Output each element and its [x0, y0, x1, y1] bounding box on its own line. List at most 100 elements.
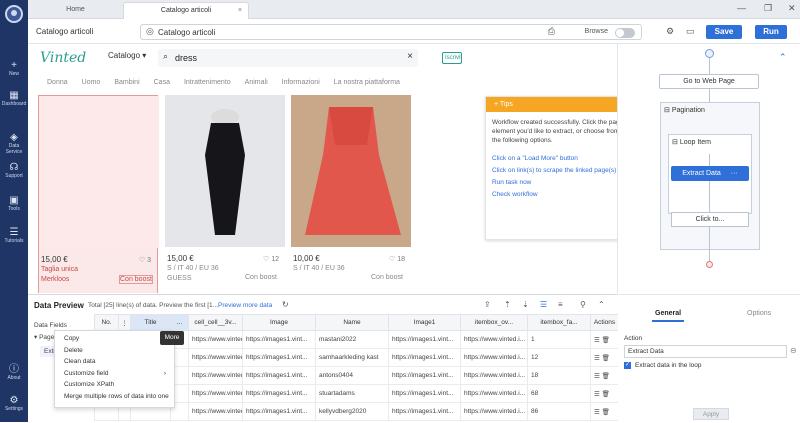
browse-toggle[interactable] — [615, 28, 635, 38]
apply-button[interactable]: Apply — [693, 408, 729, 420]
user-avatar-icon[interactable] — [5, 5, 23, 23]
close-tab-icon[interactable]: × — [238, 3, 242, 18]
tab-catalogo-articoli[interactable]: Catalogo articoli × — [123, 2, 249, 19]
menu-item-copy[interactable]: Copy — [55, 333, 174, 345]
nav-intrattenimento[interactable]: Intrattenimento — [184, 79, 231, 86]
upload-icon[interactable]: ⇡ — [504, 300, 511, 309]
clear-icon[interactable]: × — [407, 51, 413, 62]
trash-icon[interactable]: 🗑 — [602, 373, 610, 380]
url-text[interactable]: Catalogo articoli — [158, 28, 215, 37]
tab-home[interactable]: Home — [28, 2, 123, 19]
vinted-logo[interactable]: Vinted — [40, 50, 86, 66]
collapse-up-icon[interactable]: ⌃ — [779, 52, 787, 63]
favorite-icon[interactable]: ♡ 12 — [263, 255, 279, 263]
row-menu-icon[interactable]: ☰ — [594, 337, 600, 344]
tab-general[interactable]: General — [652, 310, 685, 322]
sidebar-tutorials[interactable]: ☰ Tutorials — [0, 227, 28, 244]
col-itembox-fa[interactable]: itembox_fa... — [527, 314, 591, 331]
trash-icon[interactable]: 🗑 — [602, 355, 610, 362]
refresh-icon[interactable]: ↻ — [282, 300, 289, 309]
extract-data-step[interactable]: Extract Data ··· — [671, 166, 749, 181]
more-dots-icon[interactable]: ··· — [731, 170, 738, 177]
tree-item-page[interactable]: ▾ Page — [34, 333, 54, 341]
tip-load-more-link[interactable]: Click on a "Load More" button — [492, 154, 617, 163]
col-cell[interactable]: cell_cell__3v... — [188, 314, 243, 331]
trash-icon[interactable]: 🗑 — [602, 409, 610, 416]
minus-circle-icon[interactable]: ⊖ — [790, 346, 797, 355]
col-name[interactable]: Name — [315, 314, 389, 331]
sidebar-support[interactable]: ☊ Support — [0, 162, 28, 179]
sidebar-about[interactable]: ⓘ About — [0, 364, 28, 381]
col-title[interactable]: Title — [130, 314, 171, 331]
row-actions[interactable]: ☰ 🗑 — [590, 402, 618, 421]
sidebar-tools[interactable]: ▣ Tools — [0, 195, 28, 212]
extract-in-loop-checkbox[interactable]: ✓ Extract data in the loop — [624, 362, 702, 369]
site-search-input[interactable]: ⌕ dress × — [158, 49, 418, 67]
row-actions[interactable]: ☰ 🗑 — [590, 384, 618, 403]
sidebar-data-service[interactable]: ◈ Data Service — [0, 132, 28, 155]
url-bar[interactable]: ◎ Catalogo articoli ⎙ Browse — [140, 24, 642, 40]
row-menu-icon[interactable]: ☰ — [594, 373, 600, 380]
tip-check-workflow-link[interactable]: Check workflow — [492, 190, 617, 199]
minus-square-icon[interactable]: ⊟ — [672, 139, 678, 146]
tip-run-task-link[interactable]: Run task now — [492, 178, 617, 187]
drag-handle-icon[interactable]: ⋮ — [118, 314, 131, 331]
sidebar-dashboard[interactable]: ▦ Dashboard — [0, 90, 28, 107]
collapse-icon[interactable]: ⌃ — [598, 300, 605, 309]
goto-webpage-step[interactable]: Go to Web Page — [659, 74, 759, 89]
filter-icon[interactable]: ⚲ — [580, 300, 586, 309]
col-itembox-ov[interactable]: itembox_ov... — [460, 314, 528, 331]
menu-item-customize-xpath[interactable]: Customize XPath — [55, 379, 174, 391]
signup-button[interactable]: Iscriviti — [442, 52, 462, 64]
menu-item-clean-data[interactable]: Clean data — [55, 356, 174, 368]
download-icon[interactable]: ⇣ — [522, 300, 529, 309]
sidebar-settings[interactable]: ⚙ Settings — [0, 395, 28, 412]
maximize-icon[interactable]: ❐ — [764, 3, 772, 14]
tab-options[interactable]: Options — [747, 310, 771, 317]
favorite-icon[interactable]: ♡ 18 — [389, 255, 405, 263]
row-actions[interactable]: ☰ 🗑 — [590, 366, 618, 385]
export-icon[interactable]: ⇪ — [484, 300, 491, 309]
row-menu-icon[interactable]: ☰ — [594, 391, 600, 398]
col-image1[interactable]: Image1 — [388, 314, 461, 331]
nav-bambini[interactable]: Bambini — [114, 79, 139, 86]
action-name-field[interactable]: Extract Data — [624, 345, 787, 358]
menu-item-customize-field[interactable]: Customize field › — [55, 368, 174, 380]
page-settings-icon[interactable]: ⎙ — [548, 26, 555, 37]
nav-uomo[interactable]: Uomo — [82, 79, 101, 86]
list-view-icon[interactable]: ☰ — [540, 300, 547, 309]
tip-click-links-link[interactable]: Click on link(s) to scrape the linked pa… — [492, 166, 617, 175]
save-button[interactable]: Save — [706, 25, 742, 39]
menu-item-delete[interactable]: Delete — [55, 345, 174, 357]
minimize-icon[interactable]: — — [737, 3, 746, 13]
search-query[interactable]: dress — [175, 53, 197, 63]
col-image[interactable]: Image — [242, 314, 316, 331]
favorite-icon[interactable]: ♡ 3 — [139, 256, 151, 264]
product-image[interactable] — [291, 95, 411, 247]
run-button[interactable]: Run — [755, 25, 787, 39]
minus-square-icon[interactable]: ⊟ — [664, 107, 670, 114]
nav-informazioni[interactable]: Informazioni — [282, 79, 320, 86]
product-card[interactable]: 15,00 € ♡ 3 Taglia unica Merkloos Con bo… — [38, 95, 159, 293]
product-card[interactable]: 10,00 € ♡ 18 S / IT 40 / EU 36 Con boost — [291, 95, 411, 281]
layout-icon[interactable]: ▭ — [686, 26, 695, 37]
row-menu-icon[interactable]: ☰ — [594, 355, 600, 362]
gear-icon[interactable]: ⚙ — [666, 26, 674, 37]
trash-icon[interactable]: 🗑 — [602, 337, 610, 344]
nav-animali[interactable]: Animali — [245, 79, 268, 86]
more-column-menu-icon[interactable]: ... — [170, 314, 189, 331]
row-actions[interactable]: ☰ 🗑 — [590, 348, 618, 367]
checkbox-checked-icon[interactable]: ✓ — [624, 362, 631, 369]
row-actions[interactable]: ☰ 🗑 — [590, 330, 618, 349]
workflow-start-node[interactable] — [705, 49, 714, 58]
product-image[interactable] — [39, 96, 159, 248]
product-image[interactable] — [165, 95, 285, 247]
click-to-step[interactable]: Click to... — [671, 212, 749, 227]
close-window-icon[interactable]: ✕ — [788, 3, 796, 14]
nav-donna[interactable]: Donna — [47, 79, 68, 86]
nav-piattaforma[interactable]: La nostra piattaforma — [334, 79, 400, 86]
trash-icon[interactable]: 🗑 — [602, 391, 610, 398]
row-menu-icon[interactable]: ☰ — [594, 409, 600, 416]
grid-view-icon[interactable]: ≡ — [558, 300, 563, 309]
menu-item-merge-rows[interactable]: Merge multiple rows of data into one — [55, 391, 174, 403]
